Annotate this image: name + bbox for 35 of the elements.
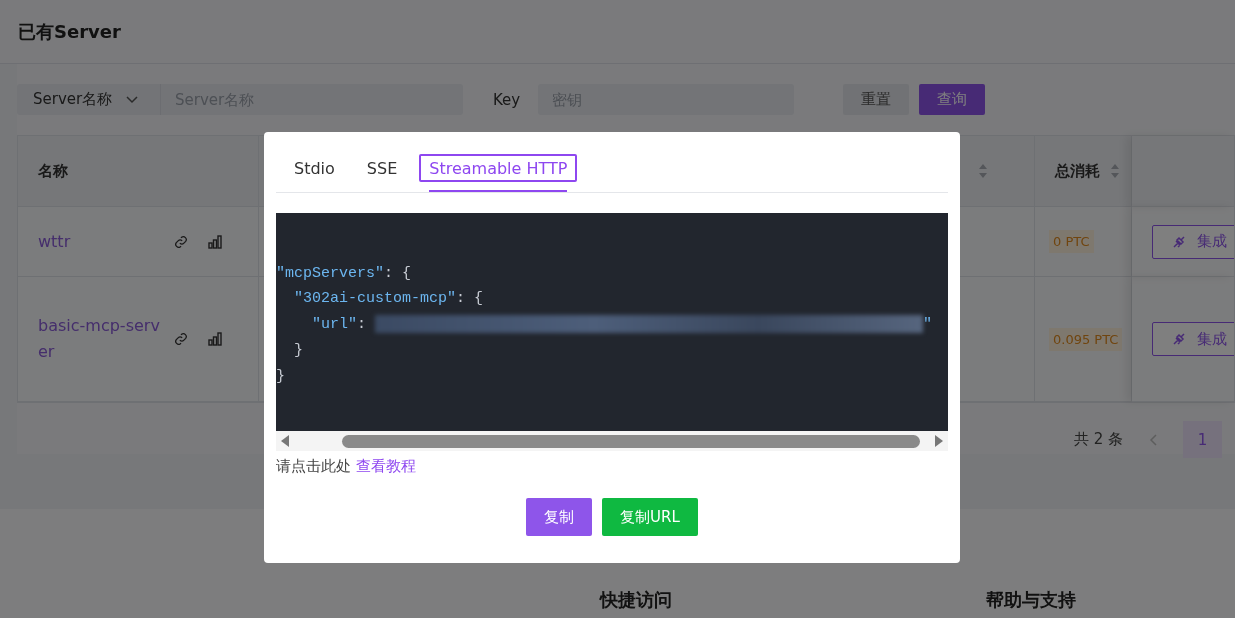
cost-tag: 0.095 PTC	[1049, 327, 1123, 351]
bar-chart-icon[interactable]	[208, 234, 222, 249]
column-header: 总消耗	[1055, 161, 1100, 181]
copy-button[interactable]: 复制	[526, 498, 593, 536]
column-header: 名称	[38, 161, 68, 181]
link-icon[interactable]	[174, 234, 188, 249]
plug-icon	[1171, 331, 1187, 347]
cost-tag: 0 PTC	[1049, 230, 1094, 253]
scroll-left-icon[interactable]	[280, 435, 290, 447]
key-label: Key	[493, 90, 521, 109]
copy-url-button[interactable]: 复制URL	[602, 498, 698, 536]
reset-button[interactable]: 重置	[843, 84, 910, 115]
tab[interactable]: SSE	[356, 154, 408, 182]
server-name-link[interactable]: basic-mcp-server	[38, 313, 164, 365]
tab[interactable]: Streamable HTTP	[419, 154, 578, 182]
code-block: "mcpServers": { "302ai-custom-mcp": { "url": " } }	[276, 213, 948, 431]
scrollbar-thumb[interactable]	[342, 434, 920, 448]
plug-icon	[1171, 233, 1187, 250]
page-title: 已有Server	[18, 19, 121, 44]
server-name-link[interactable]: wttr	[38, 228, 164, 255]
integrate-button[interactable]: 集成	[1152, 322, 1234, 356]
footer-heading: 帮助与支持	[986, 588, 1076, 612]
integrate-button[interactable]: 集成	[1152, 224, 1234, 259]
search-button[interactable]: 查询	[919, 84, 986, 115]
tab[interactable]: Stdio	[284, 154, 345, 182]
footer-heading: 快捷访问	[600, 588, 672, 612]
field-select[interactable]: Server名称	[17, 84, 161, 115]
total-count: 共 2 条	[1073, 430, 1123, 449]
chevron-down-icon	[126, 95, 139, 104]
bar-chart-icon[interactable]	[208, 332, 222, 346]
tutorial-link[interactable]: 查看教程	[355, 457, 416, 475]
scroll-right-icon[interactable]	[934, 435, 944, 447]
hint-text: 请点击此处 查看教程	[276, 457, 417, 476]
link-icon[interactable]	[174, 332, 188, 346]
page-button[interactable]: 1	[1183, 421, 1222, 458]
